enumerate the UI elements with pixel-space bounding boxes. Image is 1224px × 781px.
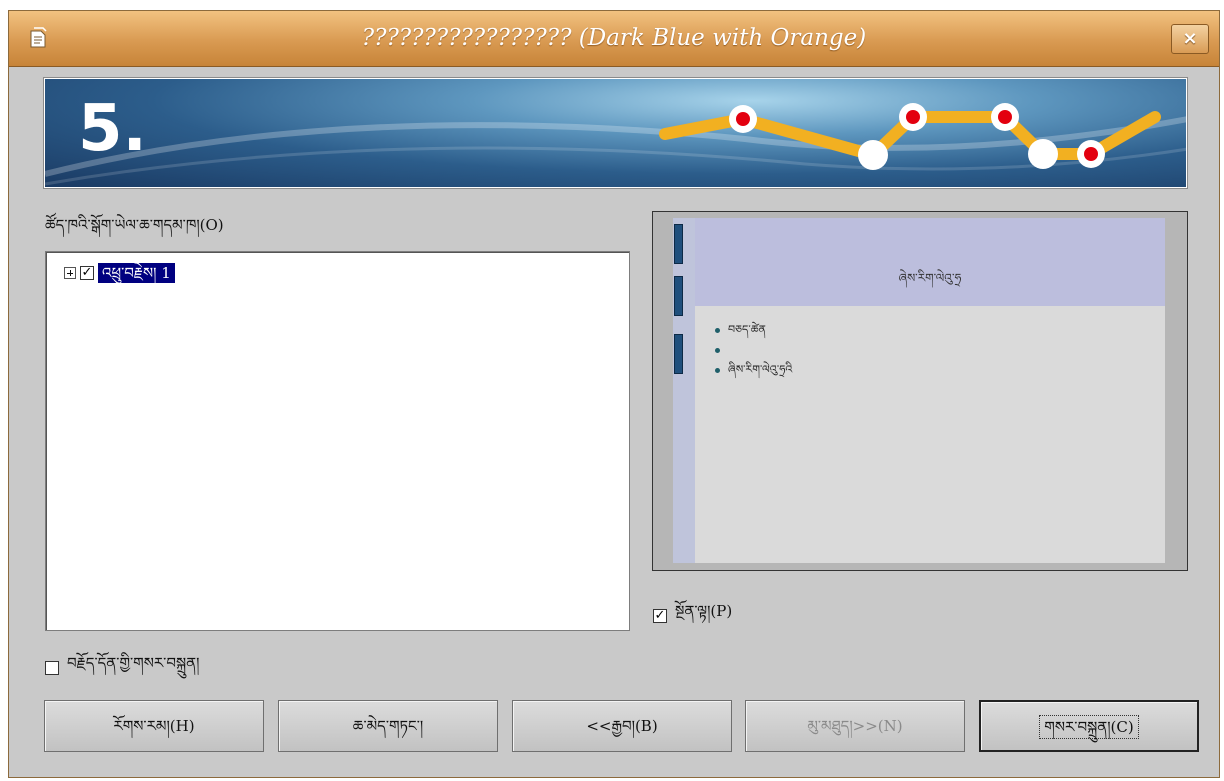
banner-graphic xyxy=(45,103,1186,186)
create-button[interactable]: གསར་བསྐྲུན།(C) xyxy=(979,700,1199,752)
slide-sidebar xyxy=(673,218,695,563)
slide-preview: ཞེས་རིག་ལེའུ་ཧྲ བཅད་ཚེན ཞིས་རིག་ལེའུ་ཧྲའ… xyxy=(652,211,1188,571)
cancel-button[interactable]: ཆ་མེད་གཏང་། xyxy=(278,700,498,752)
expand-icon[interactable] xyxy=(64,267,76,279)
wizard-window: ????????????????? (Dark Blue with Orange… xyxy=(8,10,1220,778)
window-title: ????????????????? (Dark Blue with Orange… xyxy=(361,25,867,51)
tree-row[interactable]: ✓ འཕྲུ་བརྗེས། 1 xyxy=(64,262,175,284)
preview-slide: ཞེས་རིག་ལེའུ་ཧྲ བཅད་ཚེན ཞིས་རིག་ལེའུ་ཧྲའ… xyxy=(673,218,1165,563)
step-number: 5. xyxy=(78,92,147,166)
close-button[interactable]: × xyxy=(1171,24,1209,54)
help-button[interactable]: རོགས་རམ།(H) xyxy=(44,700,264,752)
slide-bullet: བཅད་ཚེན xyxy=(715,320,792,340)
wizard-banner: 5. xyxy=(43,77,1188,189)
notes-option[interactable]: བརྗོད་དོན་གྱི་གསར་བསྐྲུན། xyxy=(45,647,199,689)
outline-tree[interactable]: ✓ འཕྲུ་བརྗེས། 1 xyxy=(45,251,630,631)
notes-checkbox-label: བརྗོད་དོན་གྱི་གསར་བསྐྲུན། xyxy=(67,654,200,672)
title-bar[interactable]: ????????????????? (Dark Blue with Orange… xyxy=(9,11,1219,67)
outline-label: ཚོད་ཁའི་སྒོག་ཡེལ་ཆ་གདམ་ཁ།(O) xyxy=(45,216,224,234)
step-marker-5 xyxy=(1028,139,1058,169)
back-button[interactable]: <<རྒྱབ།(B) xyxy=(512,700,732,752)
slide-bullets: བཅད་ཚེན ཞིས་རིག་ལེའུ་ཧྲའི xyxy=(715,320,792,380)
notes-checkbox[interactable] xyxy=(45,661,59,675)
tree-item-checkbox[interactable]: ✓ xyxy=(80,266,94,280)
slide-bullet xyxy=(715,340,792,360)
slide-title: ཞེས་རིག་ལེའུ་ཧྲ xyxy=(695,218,1165,306)
close-icon: × xyxy=(1182,28,1198,49)
preview-checkbox[interactable]: ✓ xyxy=(653,609,667,623)
tree-item-label[interactable]: འཕྲུ་བརྗེས། 1 xyxy=(98,263,175,283)
preview-option[interactable]: ✓ སྔོན་ལྟ།(P) xyxy=(653,595,732,637)
preview-checkbox-label: སྔོན་ལྟ།(P) xyxy=(675,602,733,620)
next-button[interactable]: མུ་མཐུད།>>(N) xyxy=(745,700,965,752)
slide-bullet: ཞིས་རིག་ལེའུ་ཧྲའི xyxy=(715,360,792,380)
step-marker-2 xyxy=(858,140,888,170)
